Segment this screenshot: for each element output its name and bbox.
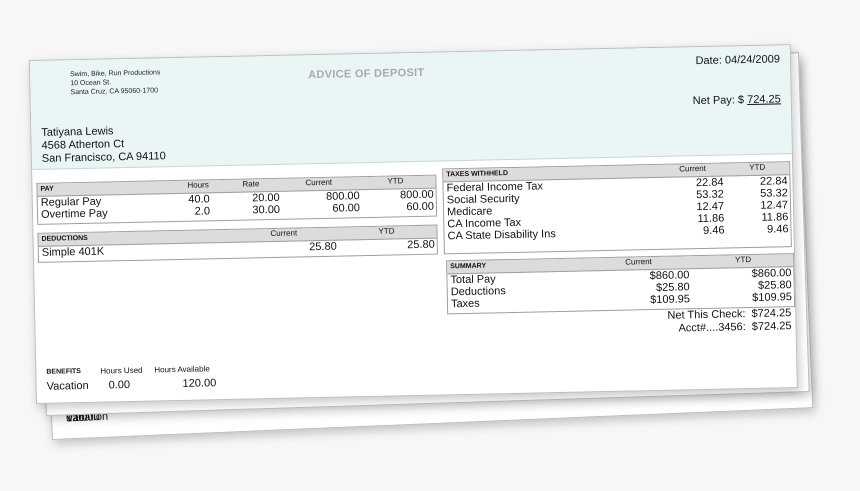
tax-row-current: 12.47 <box>696 200 725 214</box>
tax-row-current: 11.86 <box>697 212 725 226</box>
taxes-col-ytd: YTD <box>749 162 766 173</box>
benefits-col-available: Hours Available <box>154 364 210 375</box>
tax-row-ytd: 12.47 <box>760 199 789 212</box>
tax-row-current: 9.46 <box>702 224 725 237</box>
pay-row-rate: 20.00 <box>252 191 280 205</box>
deductions-col-ytd: YTD <box>378 226 395 236</box>
company-address: Swim, Bike, Run Productions 10 Ocean St.… <box>70 68 161 97</box>
net-pay-label: Net Pay: $ <box>692 94 745 108</box>
deductions-col-current: Current <box>270 228 298 239</box>
net-this-check-value: $724.25 <box>751 307 792 320</box>
tax-row-current: 53.32 <box>696 188 724 202</box>
net-totals: Net This Check: $724.25 Acct#....3456: $72… <box>655 307 791 336</box>
date-line: Date: 04/24/2009 <box>695 53 780 67</box>
taxes-table: TAXES WITHHELD Current YTD Federal Incom… <box>442 161 792 255</box>
deduction-row-label: Simple 401K <box>41 245 105 259</box>
benefit-row-used: 0.00 <box>108 379 131 392</box>
employee-address: Tatiyana Lewis 4568 Atherton Ct San Fran… <box>41 124 166 166</box>
taxes-header-label: TAXES WITHHELD <box>446 170 509 179</box>
pay-header-label: PAY <box>40 185 54 193</box>
summary-row-label: Total Pay <box>450 273 496 287</box>
employee-city: San Francisco, CA 94110 <box>41 150 166 165</box>
pay-col-hours: Hours <box>187 180 209 190</box>
pay-row-ytd: 800.00 <box>399 188 434 202</box>
tax-row-ytd: 9.46 <box>766 223 789 236</box>
deduction-row-ytd: 25.80 <box>407 238 435 252</box>
pay-col-rate: Rate <box>242 179 260 189</box>
date-value: 04/24/2009 <box>724 53 781 67</box>
company-city: Santa Cruz, CA 95060-1700 <box>70 87 159 97</box>
net-pay-value: 724.25 <box>747 93 781 107</box>
pay-stub-sheet: Swim, Bike, Run Productions 10 Ocean St.… <box>28 44 798 405</box>
summary-row-current: $25.80 <box>655 281 690 294</box>
tax-row-current: 22.84 <box>695 176 724 190</box>
summary-col-current: Current <box>625 257 652 267</box>
benefit-row-label: Vacation <box>46 379 89 393</box>
deduction-row-current: 25.80 <box>309 240 337 254</box>
benefits-col-used: Hours Used <box>100 365 143 376</box>
pay-col-ytd: YTD <box>387 176 404 186</box>
benefit-row-available: 120.00 <box>182 377 217 390</box>
summary-row-current: $860.00 <box>649 269 690 283</box>
deductions-table: DEDUCTIONS Current YTD Simple 401K 25.80… <box>37 224 438 263</box>
summary-header-label: SUMMARY <box>450 262 487 271</box>
date-label: Date: <box>695 54 722 68</box>
summary-col-ytd: YTD <box>735 254 752 265</box>
account-value: $724.25 <box>751 320 792 333</box>
pay-row-label: Overtime Pay <box>40 207 108 221</box>
benefits-header-label: BENEFITS <box>46 368 82 376</box>
summary-row-ytd: $25.80 <box>757 279 792 292</box>
tax-row-ytd: 11.86 <box>761 211 789 224</box>
pay-col-current: Current <box>305 177 333 188</box>
tax-row-label: CA State Disability Ins <box>447 228 556 243</box>
account-label: Acct#....3456: <box>678 321 746 335</box>
stub-header: Swim, Bike, Run Productions 10 Ocean St.… <box>29 45 792 171</box>
pay-row-rate: 30.00 <box>252 203 281 217</box>
pay-row-hours: 2.0 <box>194 205 211 218</box>
company-name: Swim, Bike, Run Productions <box>70 69 161 79</box>
summary-row-current: $109.95 <box>650 293 691 307</box>
pay-row-hours: 40.0 <box>188 193 210 206</box>
tax-row-label: Medicare <box>446 205 493 219</box>
tax-row-ytd: 22.84 <box>759 175 788 188</box>
document-stage: BENEFITS Hours Used Hours Available Vaca… <box>0 0 860 491</box>
pay-table: PAY Hours Rate Current YTD Regular Pay 4… <box>36 174 438 225</box>
summary-row-ytd: $109.95 <box>752 291 793 304</box>
pay-row-current: 60.00 <box>332 202 361 215</box>
summary-row-ytd: $860.00 <box>751 267 792 280</box>
tax-row-ytd: 53.32 <box>760 187 788 200</box>
taxes-col-current: Current <box>679 163 706 174</box>
account-line: Acct#....3456: $724.25 <box>656 320 792 336</box>
summary-row-label: Taxes <box>450 297 480 311</box>
pay-row-ytd: 60.00 <box>406 200 435 214</box>
pay-row-current: 800.00 <box>325 190 360 203</box>
deductions-header-label: DEDUCTIONS <box>41 234 88 243</box>
document-title: ADVICE OF DEPOSIT <box>308 66 425 82</box>
summary-table: SUMMARY Current YTD Total Pay $860.00 $8… <box>446 253 796 315</box>
net-pay-line: Net Pay: $ 724.25 <box>693 93 781 107</box>
benefits-block: BENEFITS Hours Used Hours Available Vaca… <box>46 364 216 395</box>
